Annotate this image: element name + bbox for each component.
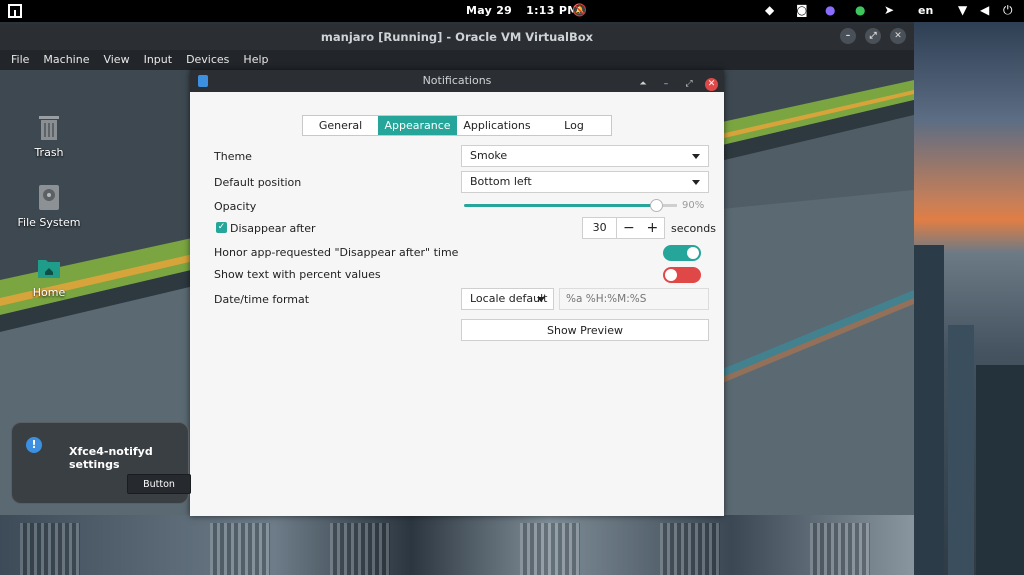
menu-machine[interactable]: Machine — [36, 50, 96, 70]
info-icon: ! — [26, 437, 42, 453]
opacity-slider-fill[interactable] — [464, 204, 657, 207]
toast-action-button[interactable]: Button — [127, 474, 191, 494]
minimize-icon[interactable]: – — [840, 28, 856, 44]
menu-help[interactable]: Help — [236, 50, 275, 70]
notifications-titlebar[interactable]: Notifications ⏶ – ⤢ ✕ — [190, 70, 724, 92]
tab-appearance[interactable]: Appearance — [378, 116, 457, 135]
window-title: Notifications — [422, 74, 492, 87]
volume-icon[interactable]: ◀ — [980, 3, 989, 17]
discord-icon[interactable]: ◙ — [796, 3, 808, 17]
vbox-title: manjaro [Running] - Oracle VM VirtualBox — [320, 30, 594, 44]
host-wallpaper — [914, 20, 1024, 575]
close-icon[interactable]: ✕ — [890, 28, 906, 44]
toggle-knob — [665, 269, 677, 281]
caret-down-icon — [692, 154, 700, 159]
maximize-icon[interactable]: ⤢ — [865, 28, 881, 44]
wifi-icon[interactable]: ▼ — [958, 3, 967, 17]
tab-bar: General Appearance Applications Log — [302, 115, 612, 136]
shade-icon[interactable]: ⏶ — [636, 73, 650, 95]
clock[interactable]: May 29 1:13 PM — [466, 4, 578, 17]
close-icon[interactable]: ✕ — [705, 77, 718, 91]
notifications-off-icon[interactable]: 🔕 — [572, 3, 587, 17]
tab-log[interactable]: Log — [537, 116, 611, 135]
home-folder-icon — [38, 260, 60, 278]
menu-devices[interactable]: Devices — [179, 50, 236, 70]
disappear-label: Disappear after — [230, 222, 316, 235]
decrement-button[interactable]: − — [617, 218, 641, 238]
percent-toggle[interactable] — [663, 267, 701, 283]
disappear-checkbox[interactable]: ✓ — [216, 222, 227, 233]
position-label: Default position — [214, 176, 302, 189]
notifications-app-icon — [198, 75, 208, 87]
position-value: Bottom left — [470, 175, 532, 188]
show-preview-button[interactable]: Show Preview — [461, 319, 709, 341]
honor-label: Honor app-requested "Disappear after" ti… — [214, 246, 459, 259]
desktop-icon-label: Trash — [34, 146, 64, 159]
dropbox-icon[interactable]: ◆ — [765, 3, 774, 17]
datetime-label: Date/time format — [214, 293, 310, 306]
percent-label: Show text with percent values — [214, 268, 381, 281]
position-dropdown[interactable]: Bottom left — [461, 171, 709, 193]
top-panel: May 29 1:13 PM 🔕 ◆ ◙ ● ● ➤ en ▼ ◀ ⏻ — [0, 0, 1024, 22]
theme-label: Theme — [214, 150, 252, 163]
caret-down-icon — [537, 297, 545, 302]
honor-toggle[interactable] — [663, 245, 701, 261]
vbox-menubar: File Machine View Input Devices Help — [0, 50, 914, 70]
notification-toast[interactable]: ! Xfce4-notifyd settings Button — [11, 422, 191, 504]
hard-drive-icon — [39, 185, 59, 210]
power-icon[interactable]: ⏻ — [1003, 3, 1013, 18]
tab-applications[interactable]: Applications — [457, 116, 537, 135]
whatsapp-icon[interactable]: ● — [855, 3, 865, 17]
toast-summary: Xfce4-notifyd settings — [69, 445, 153, 471]
desktop-icon-label: Home — [32, 286, 66, 299]
disappear-unit: seconds — [671, 222, 716, 235]
messenger-icon[interactable]: ● — [825, 3, 835, 17]
opacity-label: Opacity — [214, 200, 257, 213]
menu-file[interactable]: File — [4, 50, 36, 70]
datetime-format-value: Locale default — [470, 292, 548, 305]
desktop-icon-trash[interactable]: Trash — [14, 112, 84, 159]
disappear-spinbox: 30 − + — [582, 217, 665, 239]
opacity-slider-handle[interactable] — [650, 199, 663, 212]
desktop-icon-home[interactable]: Home — [14, 252, 84, 299]
disappear-value[interactable]: 30 — [583, 218, 618, 238]
trash-icon — [39, 116, 59, 140]
toggle-knob — [687, 247, 699, 259]
theme-dropdown[interactable]: Smoke — [461, 145, 709, 167]
maximize-icon[interactable]: ⤢ — [682, 73, 696, 95]
telegram-icon[interactable]: ➤ — [884, 3, 894, 17]
keyboard-layout[interactable]: en — [918, 4, 933, 17]
theme-value: Smoke — [470, 149, 508, 162]
menu-view[interactable]: View — [96, 50, 136, 70]
menu-input[interactable]: Input — [137, 50, 179, 70]
minimize-icon[interactable]: – — [659, 73, 673, 95]
clock-time: 1:13 PM — [526, 4, 579, 17]
increment-button[interactable]: + — [640, 218, 665, 238]
tab-general[interactable]: General — [303, 116, 378, 135]
datetime-format-dropdown[interactable]: Locale default — [461, 288, 554, 310]
host-wallpaper-bottom — [0, 515, 914, 575]
desktop-icon-label: File System — [17, 216, 81, 229]
app-menu-icon[interactable] — [8, 4, 22, 18]
vbox-titlebar[interactable]: manjaro [Running] - Oracle VM VirtualBox… — [0, 24, 914, 50]
clock-date: May 29 — [466, 4, 513, 17]
notifications-settings-window: Notifications ⏶ – ⤢ ✕ General Appearance… — [190, 70, 724, 516]
caret-down-icon — [692, 180, 700, 185]
opacity-value: 90% — [682, 200, 705, 211]
custom-format-input[interactable] — [559, 288, 709, 310]
desktop-icon-file-system[interactable]: File System — [14, 182, 84, 229]
